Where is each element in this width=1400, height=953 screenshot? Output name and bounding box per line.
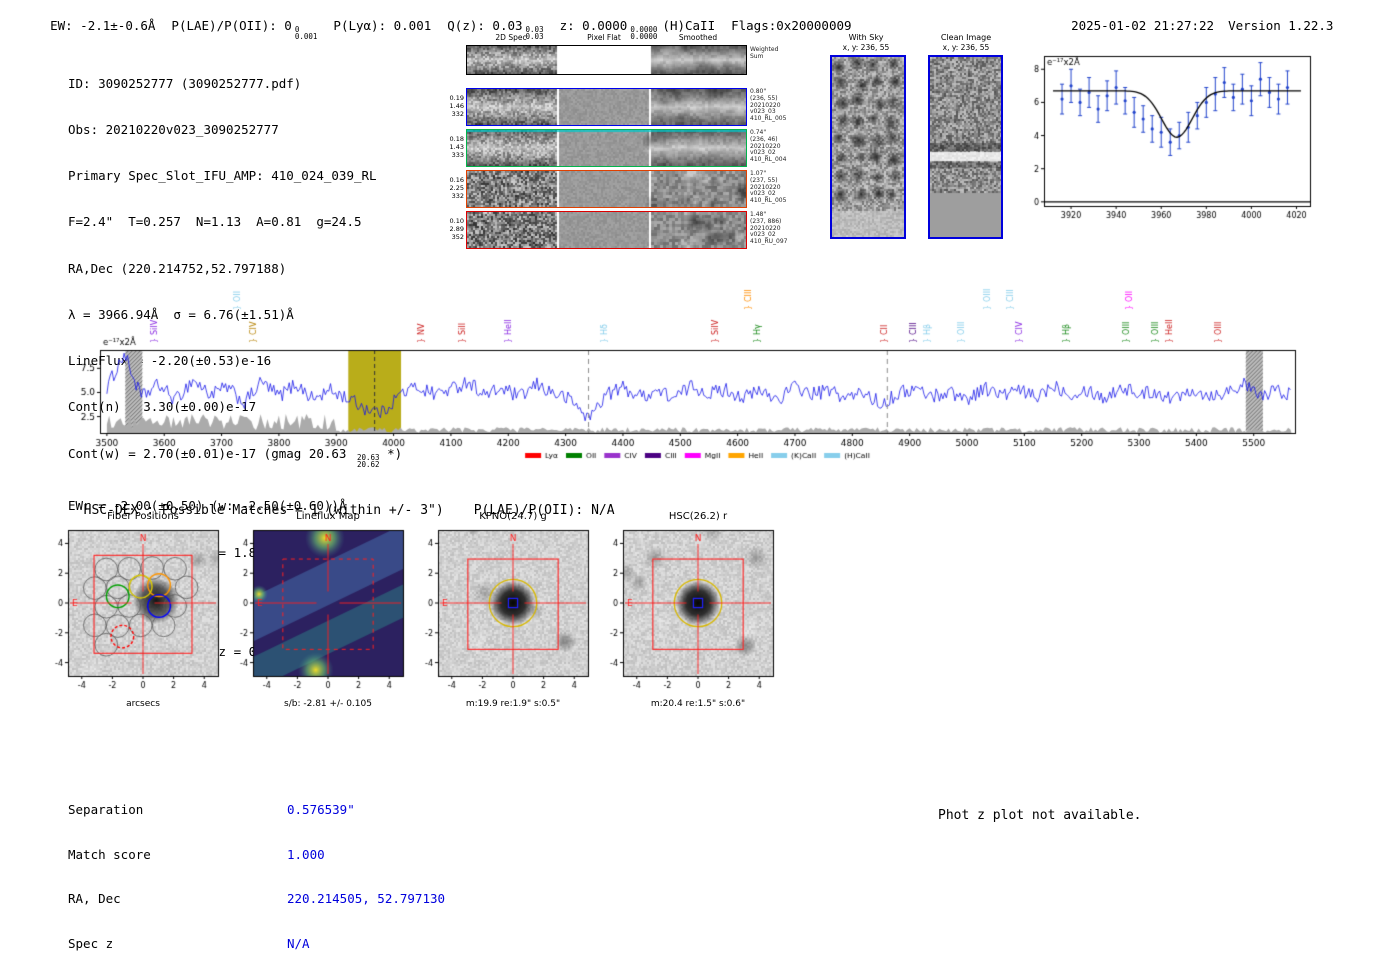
full-spectrum-plot xyxy=(78,266,1328,471)
table-row: Separation 0.576539" xyxy=(68,802,355,817)
withsky-title: With Sky x, y: 236, 55 xyxy=(826,33,906,53)
spec2d-col-header-pixflat: Pixel Flat xyxy=(587,33,621,42)
header-version: Version 1.22.3 xyxy=(1228,18,1334,33)
fiber-weights-3: 0.16 2.25 332 xyxy=(449,176,464,200)
header-datetime-block: 2025-01-02 21:27:22 Version 1.22.3 xyxy=(1056,3,1347,33)
fiber-annotation-4: 1.48" (237, 886) 20210220 v023_02 410_RU_097 xyxy=(750,211,788,246)
info-seeing: F=2.4" T=0.257 N=1.13 A=0.81 g=24.5 xyxy=(68,214,362,230)
hsc-cutout-plot xyxy=(591,526,781,692)
cutout-title-kpno: KPNO(24.7) g xyxy=(479,511,547,522)
cutout-title-lineflux: Lineflux Map xyxy=(296,511,360,522)
clean-title: Clean Image x, y: 236, 55 xyxy=(926,33,1006,53)
weighted-sum-strip xyxy=(466,45,747,75)
withsky-image xyxy=(830,55,906,239)
header-ew: EW: -2.1±-0.6Å xyxy=(50,18,156,33)
fiber-weights-2: 0.18 1.43 333 xyxy=(449,135,464,159)
header-plae-label: P(LAE)/P(OII): 0 xyxy=(171,18,292,33)
lineflux-map-plot xyxy=(221,526,411,692)
photz-note: Phot z plot not available. xyxy=(938,808,1142,823)
table-row: Match score 1.000 xyxy=(68,846,325,862)
fiber-strip-1 xyxy=(466,88,747,126)
fiber-strip-2 xyxy=(466,129,747,167)
clean-image xyxy=(928,55,1003,239)
info-id: ID: 3090252777 (3090252777.pdf) xyxy=(68,75,302,91)
kpno-cutout-plot xyxy=(406,526,596,692)
table-row: RA, Dec 220.214505, 52.797130 xyxy=(68,891,446,907)
fiber-weights-4: 0.10 2.89 352 xyxy=(449,217,464,241)
header-plae: P(LAE)/P(OII): 0 0 0.001 xyxy=(171,18,317,40)
fiber-strip-3 xyxy=(466,170,747,208)
weighted-sum-label: Weighted Sum xyxy=(750,46,779,60)
spec2d-panel: 2D Spec Pixel Flat Smoothed 0.19 1.46 332 … xyxy=(440,30,800,260)
line-fit-plot xyxy=(1014,48,1314,220)
spec2d-col-header-smoothed: Smoothed xyxy=(678,33,718,42)
fiber-positions-plot xyxy=(36,526,226,692)
cutout-caption-lineflux: s/b: -2.81 +/- 0.105 xyxy=(284,699,372,709)
cutout-title-hsc: HSC(26.2) r xyxy=(668,511,728,522)
fiber-annotation-2: 0.74" (236, 46) 20210220 v023_02 410_RL_004 xyxy=(750,129,787,164)
withsky-coords: x, y: 236, 55 xyxy=(842,43,890,52)
info-obs: Obs: 20210220v023_3090252777 xyxy=(68,122,279,138)
cutout-title-fiber: Fiber Positions xyxy=(107,511,179,522)
info-primary: Primary Spec_Slot_IFU_AMP: 410_024_039_R… xyxy=(68,168,377,184)
header-plya: P(Lyα): 0.001 xyxy=(333,18,432,33)
match-table: Separation 0.576539" Match score 1.000 RA,… xyxy=(68,772,445,953)
fiber-annotation-3: 1.07" (237, 55) 20210220 v023_02 410_RL_005 xyxy=(750,170,787,205)
spec2d-col-header-2dspec: 2D Spec xyxy=(495,33,527,42)
table-row: Spec z N/A xyxy=(68,935,310,951)
fiber-weights-1: 0.19 1.46 332 xyxy=(449,94,464,118)
fiber-strip-4 xyxy=(466,211,747,249)
cutout-caption-kpno: m:19.9 re:1.9" s:0.5" xyxy=(465,699,561,709)
cutout-caption-hsc: m:20.4 re:1.5" s:0.6" xyxy=(650,699,746,709)
fiber-annotation-1: 0.80" (236, 55) 20210220 v023_03 410_RL_005 xyxy=(750,88,787,123)
clean-coords: x, y: 236, 55 xyxy=(942,43,990,52)
cutout-caption-fiber: arcsecs xyxy=(126,699,160,709)
header-datetime: 2025-01-02 21:27:22 xyxy=(1071,18,1215,33)
header-plae-stack: 0 0.001 xyxy=(294,25,318,41)
